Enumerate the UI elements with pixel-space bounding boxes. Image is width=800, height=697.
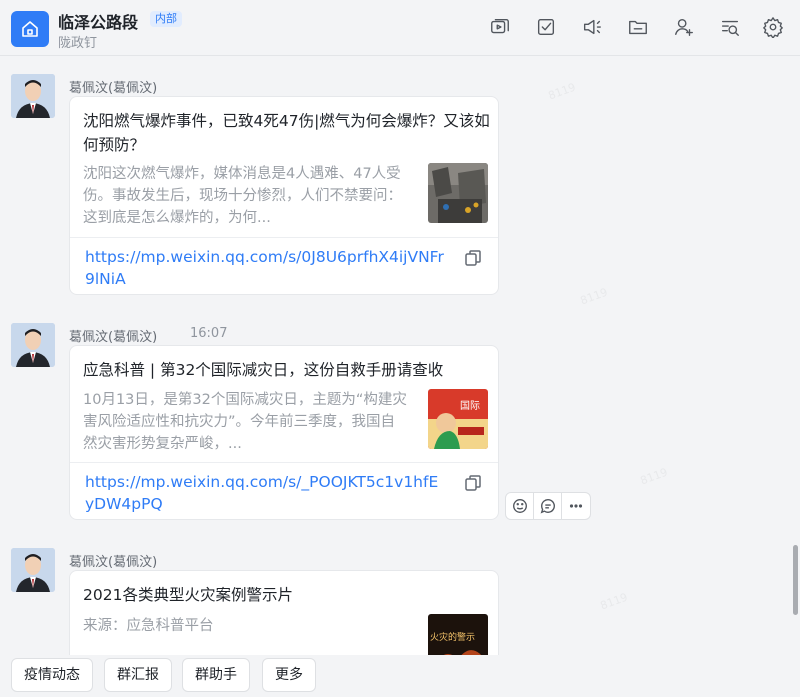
watermark: 8119 (598, 590, 630, 613)
folder-icon[interactable] (625, 14, 651, 40)
chat-header: 临泽公路段 内部 陇政钉 (0, 0, 800, 56)
scrollbar[interactable] (793, 545, 798, 615)
thumbnail-caption: 火灾的警示 (430, 633, 476, 643)
watermark: 8119 (578, 285, 610, 308)
card-title[interactable]: 沈阳燃气爆炸事件，已致4死47伤|燃气为何会爆炸？又该如何预防？ (83, 109, 491, 157)
person-photo (11, 323, 55, 367)
reply-icon[interactable] (534, 493, 562, 519)
card-divider (70, 237, 498, 238)
emoji-icon[interactable] (506, 493, 534, 519)
group-subtitle: 陇政钉 (58, 36, 98, 51)
group-report-button[interactable]: 群汇报 (104, 658, 172, 692)
group-assistant-button[interactable]: 群助手 (182, 658, 250, 692)
person-photo (11, 74, 55, 118)
watermark: 8119 (546, 80, 578, 103)
more-button[interactable]: 更多 (262, 658, 316, 692)
video-icon[interactable] (487, 14, 513, 40)
search-list-icon[interactable] (717, 14, 743, 40)
quick-action-bar: 疫情动态 群汇报 群助手 更多 (0, 655, 800, 697)
epidemic-news-button[interactable]: 疫情动态 (11, 658, 93, 692)
watermark: 8119 (638, 465, 670, 488)
home-group-icon (22, 21, 38, 37)
card-thumbnail (428, 163, 488, 223)
person-photo (11, 548, 55, 592)
sender-name[interactable]: 葛佩汶(葛佩汶) (69, 326, 157, 345)
card-title[interactable]: 2021各类典型火灾案例警示片 (83, 583, 491, 607)
link-card[interactable]: 沈阳燃气爆炸事件，已致4死47伤|燃气为何会爆炸？又该如何预防？ 沈阳这次燃气爆… (69, 96, 499, 295)
sender-avatar[interactable] (11, 548, 55, 592)
more-icon[interactable] (562, 493, 590, 519)
copy-icon[interactable] (463, 473, 485, 495)
link-card[interactable]: 应急科普 | 第32个国际减灾日，这份自救手册请查收 10月13日，是第32个国… (69, 345, 499, 520)
group-title[interactable]: 临泽公路段 (58, 9, 138, 33)
internal-tag: 内部 (150, 11, 182, 27)
card-link[interactable]: https://mp.weixin.qq.com/s/0J8U6prfhX4ij… (85, 246, 445, 290)
announcement-icon[interactable] (579, 14, 605, 40)
card-title[interactable]: 应急科普 | 第32个国际减灾日，这份自救手册请查收 (83, 358, 491, 382)
add-member-icon[interactable] (671, 14, 697, 40)
card-link[interactable]: https://mp.weixin.qq.com/s/_POOJKT5c1v1h… (85, 471, 445, 515)
group-avatar[interactable] (11, 11, 49, 47)
card-description: 来源：应急科普平台 (83, 618, 214, 634)
settings-icon[interactable] (760, 14, 786, 40)
thumbnail-caption: 国际 (460, 401, 480, 412)
message-time: 16:07 (190, 326, 228, 341)
card-description: 沈阳这次燃气爆炸，媒体消息是4人遇难、47人受伤。事故发生后，现场十分惨烈，人们… (83, 166, 402, 226)
sender-avatar[interactable] (11, 74, 55, 118)
copy-icon[interactable] (463, 248, 485, 270)
sender-avatar[interactable] (11, 323, 55, 367)
card-description: 10月13日，是第32个国际减灾日，主题为“构建灾害风险适应性和抗灾力”。今年前… (83, 392, 407, 452)
message-actions (505, 492, 591, 520)
todo-check-icon[interactable] (533, 14, 559, 40)
card-thumbnail: 国际 (428, 389, 488, 449)
sender-name[interactable]: 葛佩汶(葛佩汶) (69, 77, 157, 96)
card-divider (70, 462, 498, 463)
sender-name[interactable]: 葛佩汶(葛佩汶) (69, 551, 157, 570)
